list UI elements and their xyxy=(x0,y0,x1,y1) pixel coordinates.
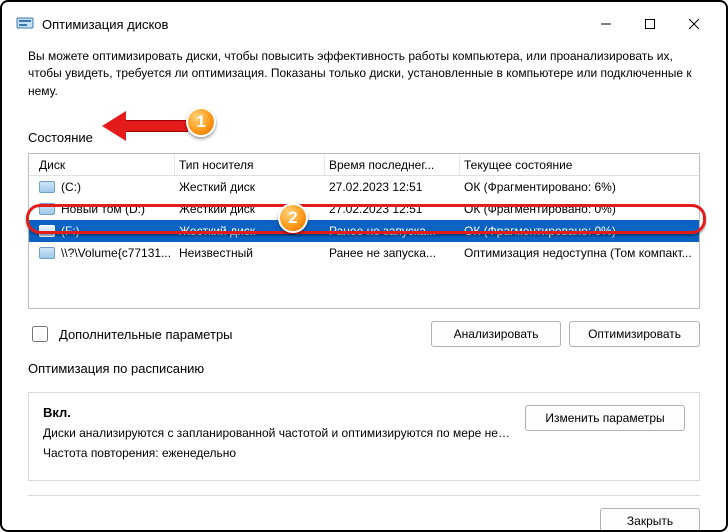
maximize-button[interactable] xyxy=(628,8,672,40)
change-settings-button[interactable]: Изменить параметры xyxy=(525,405,685,431)
table-row[interactable]: Новый том (D:) Жесткий диск 27.02.2023 1… xyxy=(29,198,699,220)
table-row[interactable]: (C:) Жесткий диск 27.02.2023 12:51 ОК (Ф… xyxy=(29,176,699,198)
drive-icon xyxy=(39,203,55,215)
titlebar: Оптимизация дисков xyxy=(8,8,720,40)
advanced-checkbox-label: Дополнительные параметры xyxy=(59,327,233,342)
schedule-panel: Вкл. Диски анализируются с запланированн… xyxy=(28,392,700,481)
drive-icon xyxy=(39,247,55,259)
table-header: Диск Тип носителя Время последнег... Тек… xyxy=(29,154,699,176)
description-text: Вы можете оптимизировать диски, чтобы по… xyxy=(28,48,700,100)
analyze-button[interactable]: Анализировать xyxy=(431,321,561,347)
optimize-button[interactable]: Оптимизировать xyxy=(569,321,700,347)
advanced-checkbox-input[interactable] xyxy=(32,326,48,342)
drive-icon xyxy=(39,181,55,193)
close-button[interactable] xyxy=(672,8,716,40)
drive-icon xyxy=(39,225,55,237)
col-last[interactable]: Время последнег... xyxy=(325,155,460,175)
status-label: Состояние xyxy=(28,130,700,145)
app-icon xyxy=(16,15,34,33)
table-row-selected[interactable]: (F:) Жесткий диск Ранее не запуска... ОК… xyxy=(29,220,699,242)
annotation-badge-1: 1 xyxy=(186,107,216,137)
col-media[interactable]: Тип носителя xyxy=(175,155,325,175)
col-state[interactable]: Текущее состояние xyxy=(460,155,699,175)
close-dialog-button[interactable]: Закрыть xyxy=(600,508,700,532)
annotation-arrow xyxy=(124,120,188,132)
col-disk[interactable]: Диск xyxy=(35,155,175,175)
schedule-line1: Диски анализируются с запланированной ча… xyxy=(43,426,513,440)
window-title: Оптимизация дисков xyxy=(42,17,168,32)
schedule-label: Оптимизация по расписанию xyxy=(28,361,700,376)
table-row[interactable]: \\?\Volume{c77131... Неизвестный Ранее н… xyxy=(29,242,699,264)
advanced-checkbox[interactable]: Дополнительные параметры xyxy=(28,323,233,345)
annotation-badge-2: 2 xyxy=(278,203,308,233)
minimize-button[interactable] xyxy=(584,8,628,40)
schedule-on: Вкл. xyxy=(43,405,513,420)
drives-table: Диск Тип носителя Время последнег... Тек… xyxy=(28,153,700,309)
schedule-line2: Частота повторения: еженедельно xyxy=(43,446,513,460)
